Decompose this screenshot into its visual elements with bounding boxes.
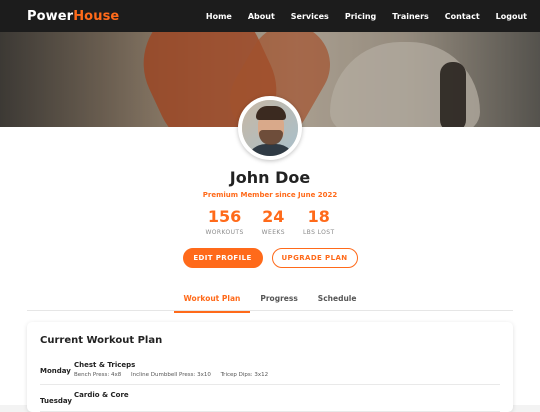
exercise-item: Bench Press: 4x8 [74, 372, 122, 378]
top-navbar: PowerHouse Home About Services Pricing T… [0, 0, 540, 32]
stat-workouts-value: 156 [207, 207, 242, 226]
stat-lbs-lost-value: 18 [307, 207, 330, 226]
nav-link-about[interactable]: About [248, 12, 275, 21]
avatar [238, 96, 302, 160]
exercise-item: Tricep Dips: 3x12 [220, 372, 269, 378]
plan-day-details: Chest & Triceps Bench Press: 4x8 Incline… [74, 361, 276, 378]
stat-workouts: 156 WORKOUTS [205, 207, 243, 236]
nav-link-services[interactable]: Services [291, 12, 329, 21]
plan-day-title: Chest & Triceps [74, 361, 136, 369]
upgrade-plan-button[interactable]: UPGRADE PLAN [271, 248, 358, 268]
nav-link-home[interactable]: Home [206, 12, 232, 21]
plan-exercise-list: Bench Press: 4x8 Incline Dumbbell Press:… [74, 372, 276, 378]
nav-link-trainers[interactable]: Trainers [392, 12, 429, 21]
plan-heading: Current Workout Plan [40, 335, 163, 346]
nav-link-logout[interactable]: Logout [496, 12, 527, 21]
plan-day-label: Tuesday [40, 397, 72, 405]
profile-stats: 156 WORKOUTS 24 WEEKS 18 LBS LOST [0, 207, 540, 236]
plan-day-title: Cardio & Core [74, 391, 129, 399]
nav-link-contact[interactable]: Contact [445, 12, 480, 21]
plan-day-details: Cardio & Core [74, 391, 129, 399]
stat-lbs-lost: 18 LBS LOST [303, 207, 335, 236]
exercise-item: Incline Dumbbell Press: 3x10 [130, 372, 211, 378]
profile-actions: EDIT PROFILE UPGRADE PLAN [0, 248, 540, 268]
nav-menu: Home About Services Pricing Trainers Con… [190, 12, 527, 21]
workout-plan-card: Current Workout Plan Monday Chest & Tric… [27, 322, 513, 412]
brand-logo-part1: Power [27, 8, 74, 24]
edit-profile-button[interactable]: EDIT PROFILE [182, 248, 263, 268]
brand-logo[interactable]: PowerHouse [27, 9, 119, 24]
stat-weeks-label: WEEKS [261, 229, 285, 236]
stat-weeks: 24 WEEKS [262, 207, 285, 236]
stat-lbs-lost-label: LBS LOST [302, 229, 335, 236]
stat-workouts-label: WORKOUTS [205, 229, 244, 236]
nav-link-pricing[interactable]: Pricing [345, 12, 376, 21]
plan-row-monday: Monday Chest & Triceps Bench Press: 4x8 … [40, 361, 500, 385]
profile-name: John Doe [229, 168, 311, 187]
tabs-divider [27, 310, 513, 311]
brand-logo-part2: House [73, 8, 120, 24]
plan-row-tuesday: Tuesday Cardio & Core [40, 391, 500, 412]
membership-status: Premium Member since June 2022 [202, 191, 338, 199]
stat-weeks-value: 24 [262, 207, 285, 226]
plan-day-label: Monday [40, 367, 71, 375]
